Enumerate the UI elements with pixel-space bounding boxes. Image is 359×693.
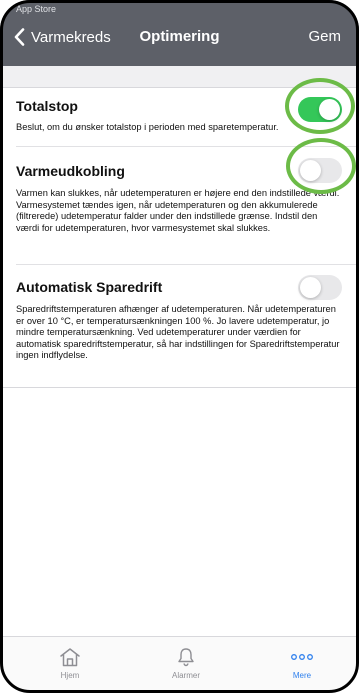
settings-list: Totalstop Beslut, om du ønsker totalstop…: [0, 88, 359, 388]
phone-screen: App Store Varmekreds Optimering Gem Tota…: [0, 0, 359, 693]
home-icon: [60, 648, 80, 667]
setting-description: Beslut, om du ønsker totalstop i periode…: [16, 122, 279, 132]
automatisk-sparedrift-toggle[interactable]: [298, 275, 342, 300]
tab-label: Mere: [292, 671, 312, 680]
totalstop-toggle[interactable]: [298, 97, 342, 122]
tab-home[interactable]: Hjem: [35, 647, 105, 680]
setting-automatisk-sparedrift: Automatisk Sparedrift Sparedriftstempera…: [16, 278, 343, 362]
toggle-knob: [319, 99, 340, 120]
row-divider: [16, 264, 359, 265]
setting-description: Sparedriftstemperaturen afhænger af udet…: [16, 304, 340, 361]
setting-varmeudkobling: Varmeudkobling Varmen kan slukkes, når u…: [16, 162, 343, 234]
row-divider: [16, 146, 359, 147]
setting-title: Totalstop: [16, 98, 78, 114]
tab-label: Alarmer: [171, 671, 200, 680]
tab-more[interactable]: Mere: [267, 647, 337, 680]
save-button[interactable]: Gem: [308, 28, 341, 45]
tab-bar: Hjem Alarmer Mere: [0, 636, 359, 693]
setting-description: Varmen kan slukkes, når udetemperaturen …: [16, 188, 340, 233]
tab-label: Hjem: [60, 671, 80, 680]
more-icon: [291, 654, 313, 660]
setting-totalstop: Totalstop Beslut, om du ønsker totalstop…: [16, 97, 343, 134]
toggle-knob: [300, 277, 321, 298]
tab-alarms[interactable]: Alarmer: [151, 647, 221, 680]
varmeudkobling-toggle[interactable]: [298, 158, 342, 183]
navigation-bar: App Store Varmekreds Optimering Gem: [0, 0, 359, 66]
section-header-spacer: [0, 66, 359, 88]
status-app-label[interactable]: App Store: [16, 4, 56, 14]
setting-title: Varmeudkobling: [16, 163, 125, 179]
bell-icon: [178, 648, 194, 667]
page-title: Optimering: [139, 28, 220, 45]
setting-title: Automatisk Sparedrift: [16, 279, 163, 295]
toggle-knob: [300, 160, 321, 181]
